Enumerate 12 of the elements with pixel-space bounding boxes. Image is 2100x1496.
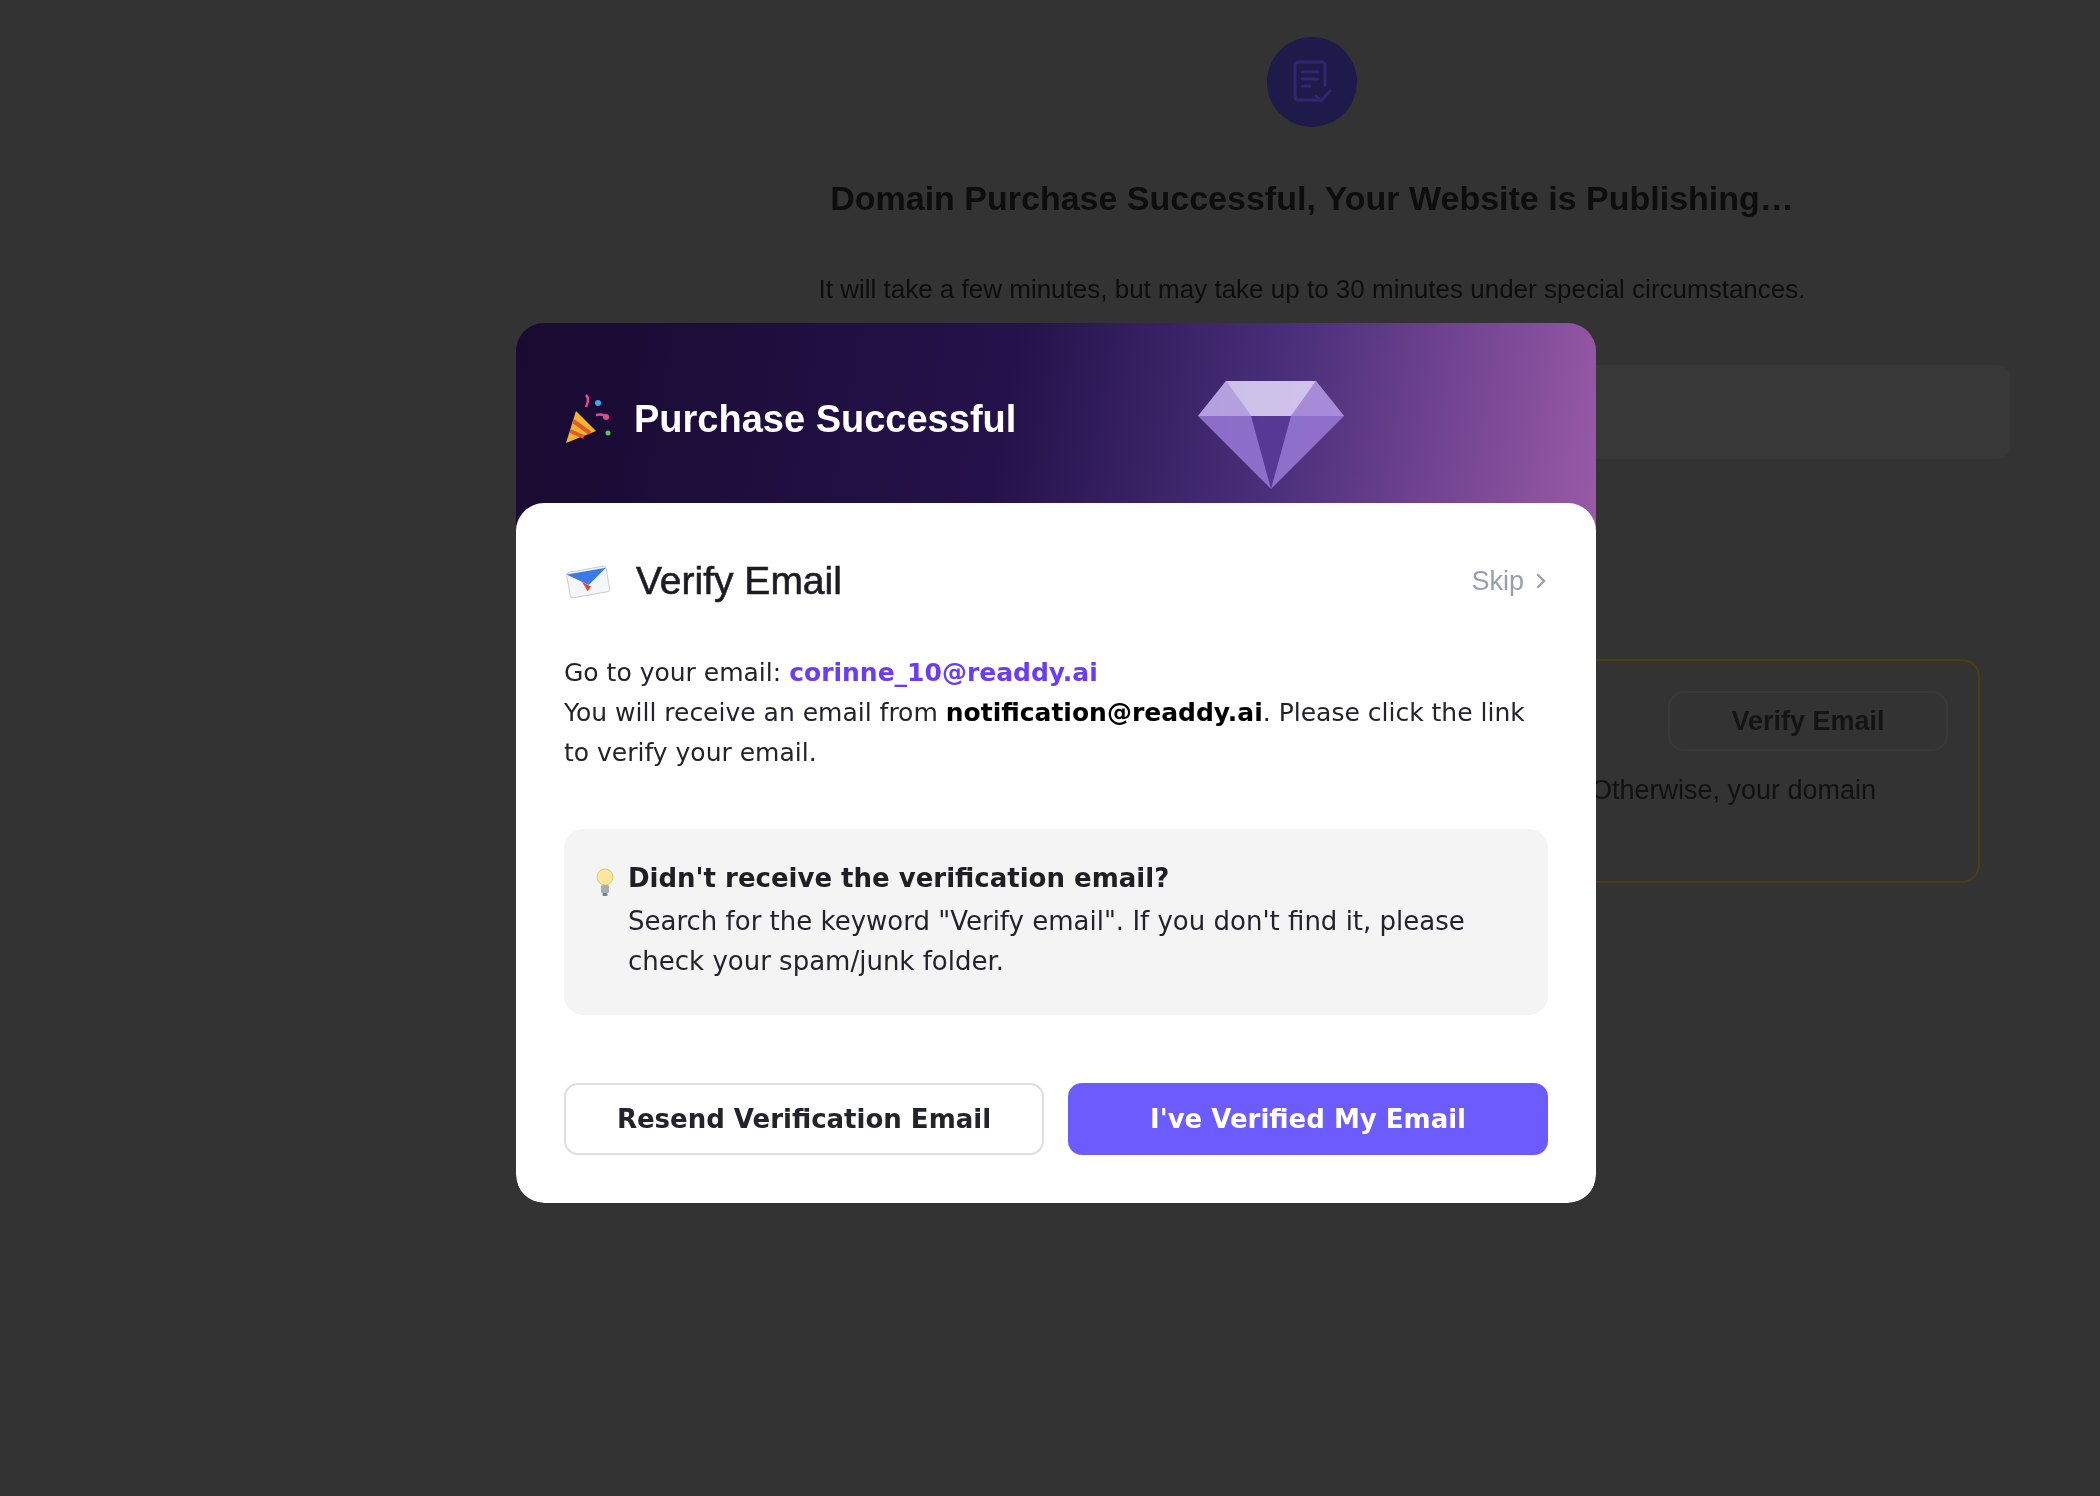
lightbulb-icon xyxy=(596,867,614,897)
email-instruction: Go to your email: corinne_10@readdy.ai xyxy=(564,657,1099,689)
tip-title: Didn't receive the verification email? xyxy=(628,863,1171,893)
email-message: You will receive an email from notification@readdy.ai. Please click the link to verify your email. xyxy=(564,697,1526,769)
verified-button[interactable]: I've Verified My Email xyxy=(1068,1083,1548,1155)
tip-text: Search for the keyword "Verify email". If you don't find it, please check your spam/junk folder. xyxy=(628,905,1466,978)
resend-button[interactable]: Resend Verification Email xyxy=(564,1083,1044,1155)
email-link[interactable]: corinne_10@readdy.ai xyxy=(789,658,1098,687)
skip-link[interactable]: Skip xyxy=(1471,565,1548,597)
chevron-right-icon xyxy=(1534,571,1548,591)
banner-title: Purchase Successful xyxy=(634,397,1017,441)
dialog-title: Verify Email xyxy=(636,559,843,603)
